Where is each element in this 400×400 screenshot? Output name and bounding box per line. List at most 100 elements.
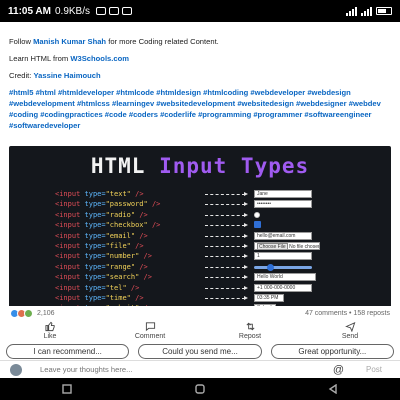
arrow-icon bbox=[205, 212, 248, 217]
comment-bar: @ Post bbox=[0, 360, 400, 378]
code-attr: type= bbox=[84, 252, 106, 261]
suggestion-chip[interactable]: Could you send me... bbox=[138, 343, 262, 359]
demo-search-control: Hello World bbox=[254, 273, 316, 282]
code-end: /> bbox=[151, 221, 161, 230]
code-value: "password" bbox=[105, 200, 148, 209]
comments-reposts-count[interactable]: 47 comments • 158 reposts bbox=[305, 310, 390, 317]
suggestion-chip[interactable]: I can recommend... bbox=[6, 343, 130, 359]
arrow-icon bbox=[205, 192, 248, 196]
arrow-icon bbox=[205, 233, 248, 238]
code-tag: <input bbox=[55, 231, 81, 240]
code-tag: <input bbox=[55, 283, 81, 292]
code-tag: <input bbox=[55, 221, 81, 230]
code-attr: type= bbox=[84, 293, 106, 302]
repost-icon bbox=[246, 322, 254, 330]
demo-checkbox-control bbox=[254, 221, 261, 229]
code-end: /> bbox=[135, 293, 144, 302]
network-speed: 0.9KB/s bbox=[54, 5, 91, 17]
code-value: "tel" bbox=[105, 283, 127, 292]
arrow-icon bbox=[205, 295, 248, 300]
status-time: 11:05 AM bbox=[8, 5, 51, 17]
arrow-icon bbox=[205, 202, 248, 207]
code-value: "file" bbox=[105, 241, 131, 250]
range-track bbox=[254, 265, 312, 269]
code-tag: <input bbox=[55, 190, 81, 198]
send-button[interactable]: Send bbox=[315, 321, 385, 340]
recents-icon[interactable] bbox=[61, 384, 72, 394]
post-card: Follow Manish Kumar Shah for more Coding… bbox=[0, 22, 400, 324]
mention-icon[interactable]: @ bbox=[333, 364, 344, 376]
reaction-count[interactable]: 2,106 bbox=[37, 310, 55, 317]
code-value: "email" bbox=[105, 231, 136, 240]
battery-icon bbox=[376, 7, 392, 15]
code-row-email: <input type="email" /> hello@email.com bbox=[55, 231, 375, 241]
range-thumb bbox=[267, 263, 274, 271]
w3schools-link[interactable]: W3Schools.com bbox=[70, 54, 129, 63]
arrow-icon bbox=[205, 243, 248, 248]
code-row-radio: <input type="radio" /> bbox=[55, 210, 375, 220]
code-row-file: <input type="file" /> Choose File No file… bbox=[55, 241, 375, 251]
thumbs-up-icon bbox=[44, 321, 55, 331]
code-row-range: <input type="range" /> bbox=[55, 262, 375, 272]
code-tag: <input bbox=[55, 262, 81, 271]
screen: 11:05 AM 0.9KB/s Follow Manish Kumar Sha… bbox=[0, 0, 400, 400]
hashtags[interactable]: #html5 #html #htmldeveloper #htmlcode #h… bbox=[9, 87, 394, 131]
home-icon[interactable] bbox=[195, 384, 205, 394]
suggestion-chip[interactable]: Great opportunity... bbox=[270, 343, 394, 359]
reaction-icons[interactable] bbox=[10, 308, 33, 318]
code-row-text: <input type="text" /> Jane bbox=[55, 189, 375, 199]
file-status-label: No file chosen bbox=[289, 243, 320, 250]
code-attr: type= bbox=[84, 283, 106, 292]
comment-input[interactable] bbox=[40, 365, 333, 374]
credit-link[interactable]: Yassine Haimouch bbox=[34, 71, 101, 80]
demo-tel-control: +1 000-000-0000 bbox=[254, 283, 312, 292]
image-title: HTML Input Types bbox=[90, 154, 310, 178]
navigation-bar bbox=[0, 378, 400, 400]
code-value: "search" bbox=[105, 273, 140, 282]
arrow-icon bbox=[205, 285, 248, 290]
code-row-checkbox: <input type="checkbox" /> bbox=[55, 220, 375, 230]
code-row-password: <input type="password" /> •••••••• bbox=[55, 199, 375, 209]
code-tag: <input bbox=[55, 293, 81, 302]
back-icon[interactable] bbox=[328, 384, 338, 394]
demo-radio-control bbox=[254, 211, 260, 218]
notification-icon bbox=[96, 7, 107, 15]
code-value: "checkbox" bbox=[105, 221, 148, 230]
signal-icon bbox=[361, 6, 372, 16]
code-attr: type= bbox=[84, 262, 106, 271]
post-button[interactable]: Post bbox=[366, 365, 382, 374]
code-attr: type= bbox=[84, 190, 106, 198]
code-value: "number" bbox=[105, 252, 140, 261]
like-button[interactable]: Like bbox=[15, 321, 85, 340]
code-value: "time" bbox=[105, 293, 131, 302]
code-value: "text" bbox=[105, 190, 131, 198]
repost-button[interactable]: Repost bbox=[215, 321, 285, 340]
code-end: /> bbox=[143, 252, 152, 261]
code-end: /> bbox=[135, 241, 144, 250]
signal-icon bbox=[346, 6, 357, 16]
code-end: /> bbox=[139, 210, 148, 219]
send-icon bbox=[344, 321, 355, 332]
post-image[interactable]: HTML Input Types <input type="text" /> Ja… bbox=[9, 146, 391, 324]
code-attr: type= bbox=[84, 231, 106, 240]
code-end: /> bbox=[151, 200, 161, 209]
code-end: /> bbox=[143, 273, 152, 282]
comment-icon bbox=[145, 321, 155, 331]
status-bar: 11:05 AM 0.9KB/s bbox=[0, 0, 400, 22]
avatar bbox=[10, 363, 22, 376]
demo-time-control: 03:35 PM bbox=[254, 293, 284, 302]
post-text: Follow Manish Kumar Shah for more Coding… bbox=[9, 36, 394, 137]
code-rows: <input type="text" /> Jane <input type="pa… bbox=[55, 189, 375, 324]
comment-button[interactable]: Comment bbox=[115, 321, 185, 340]
code-tag: <input bbox=[55, 241, 81, 250]
code-row-search: <input type="search" /> Hello World bbox=[55, 272, 375, 282]
demo-password-control: •••••••• bbox=[254, 200, 312, 209]
code-value: "radio" bbox=[105, 210, 136, 219]
arrow-icon bbox=[205, 254, 248, 259]
code-attr: type= bbox=[84, 200, 106, 209]
author-link[interactable]: Manish Kumar Shah bbox=[33, 37, 106, 46]
demo-text-control: Jane bbox=[254, 190, 312, 198]
code-tag: <input bbox=[55, 200, 81, 209]
code-tag: <input bbox=[55, 252, 81, 261]
post-actions: Like Comment Repost Send bbox=[0, 318, 400, 342]
